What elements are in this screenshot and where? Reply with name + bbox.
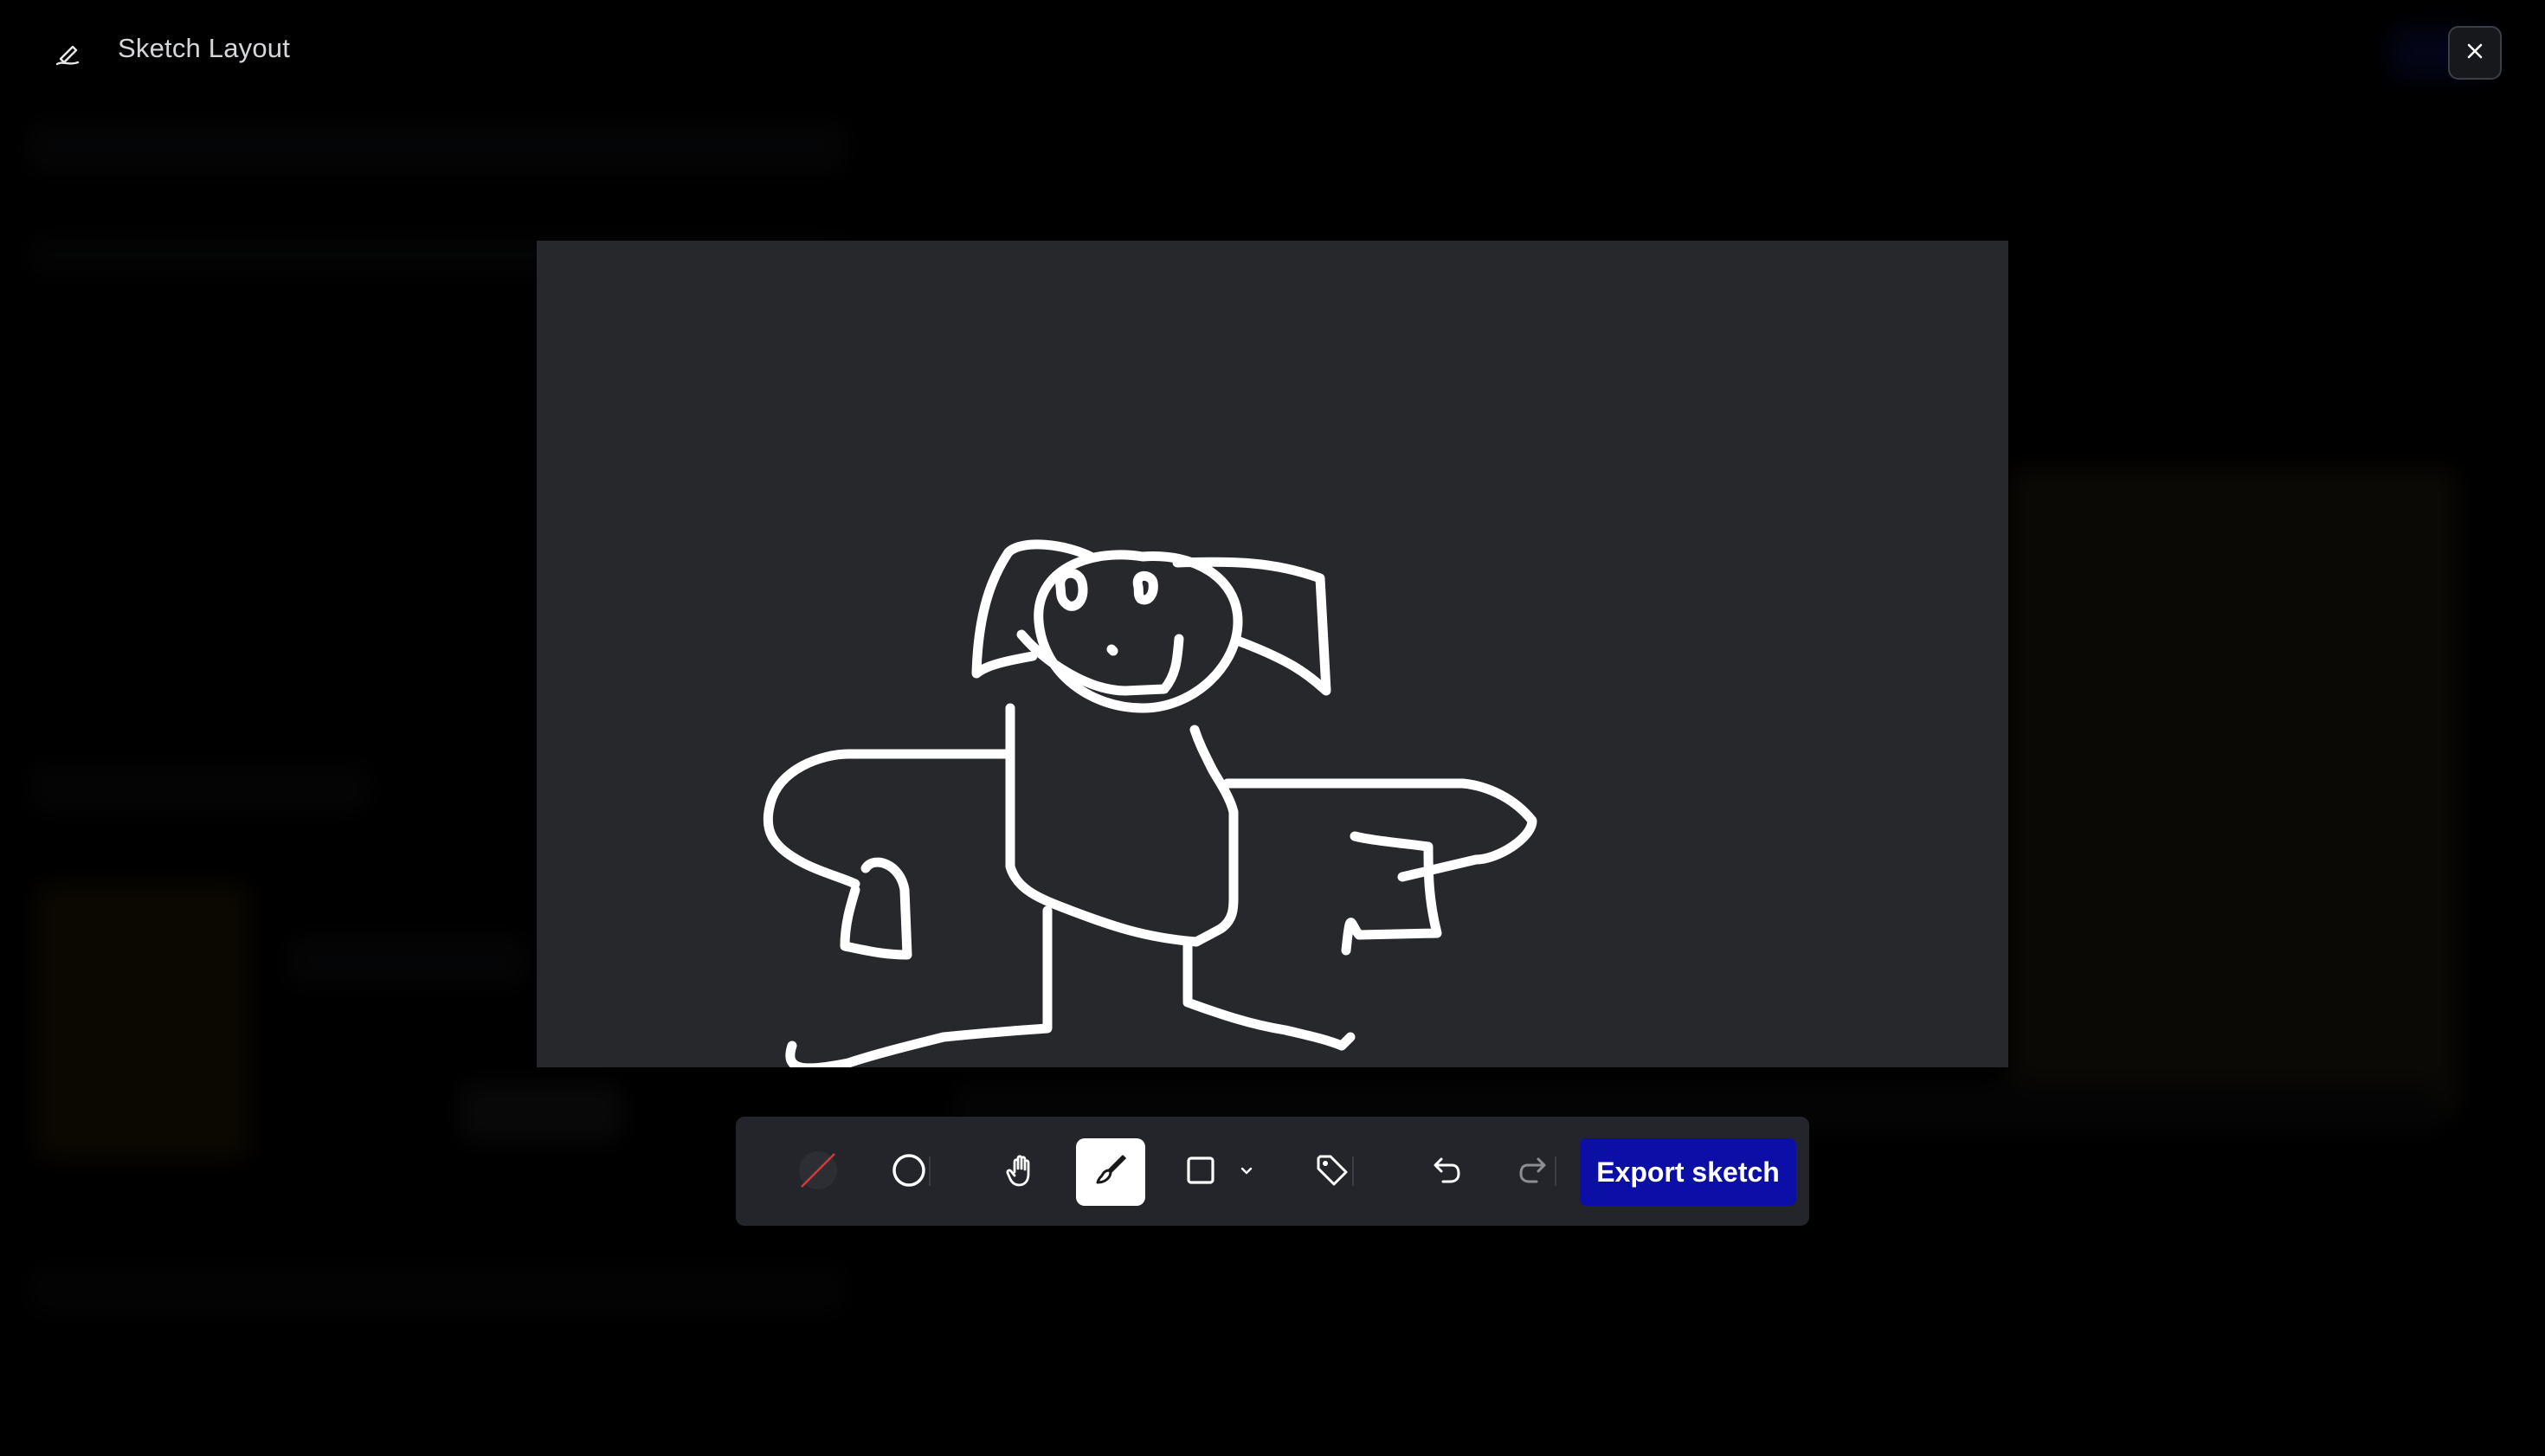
sketch-stroke-right-arm — [1222, 778, 1537, 882]
rectangle-icon — [1182, 1151, 1220, 1194]
undo-button[interactable] — [1410, 1138, 1479, 1206]
hand-icon — [1002, 1151, 1041, 1194]
sketch-stroke-left-eye — [1055, 568, 1088, 611]
toolbar-divider — [929, 1156, 931, 1186]
close-icon — [2464, 41, 2485, 66]
sketch-canvas[interactable] — [537, 241, 2008, 1067]
sketch-stroke-left-leg — [785, 905, 1053, 1067]
rectangle-tool-button[interactable] — [1166, 1138, 1235, 1206]
sketch-stroke-nose — [1106, 644, 1118, 656]
close-button[interactable] — [2448, 26, 2502, 80]
circle-icon — [890, 1151, 928, 1194]
sketch-stroke-right-ear — [1172, 557, 1331, 696]
chevron-down-icon — [1238, 1162, 1255, 1183]
sketch-stroke-right-eye — [1132, 570, 1158, 605]
redo-icon — [1516, 1151, 1554, 1194]
sketch-stroke-right-hand — [1341, 831, 1442, 956]
tag-icon — [1313, 1151, 1351, 1194]
sketch-stroke-right-leg — [1182, 937, 1356, 1051]
pan-tool-button[interactable] — [987, 1138, 1056, 1206]
sketch-drawing — [763, 539, 1537, 1067]
label-tool-button[interactable] — [1298, 1138, 1367, 1206]
sketch-stroke-left-hand — [840, 857, 912, 960]
brush-tool-button[interactable] — [1076, 1138, 1145, 1206]
color-swatch-button[interactable] — [783, 1138, 853, 1206]
brush-icon — [1092, 1151, 1130, 1194]
modal-header: Sketch Layout — [0, 0, 2545, 107]
export-sketch-button[interactable]: Export sketch — [1580, 1138, 1796, 1206]
sketch-pen-icon — [54, 40, 88, 68]
modal-title: Sketch Layout — [118, 33, 291, 63]
circle-tool-button[interactable] — [874, 1138, 944, 1206]
undo-icon — [1426, 1151, 1464, 1194]
toolbar-divider — [1555, 1156, 1556, 1186]
sketch-stroke-body — [1005, 703, 1239, 947]
drawing-toolbar: Export sketch — [736, 1117, 1809, 1226]
redo-button[interactable] — [1500, 1138, 1569, 1206]
shape-options-button[interactable] — [1229, 1138, 1264, 1206]
toolbar-divider — [1352, 1156, 1354, 1186]
no-color-swatch-icon — [795, 1147, 841, 1198]
